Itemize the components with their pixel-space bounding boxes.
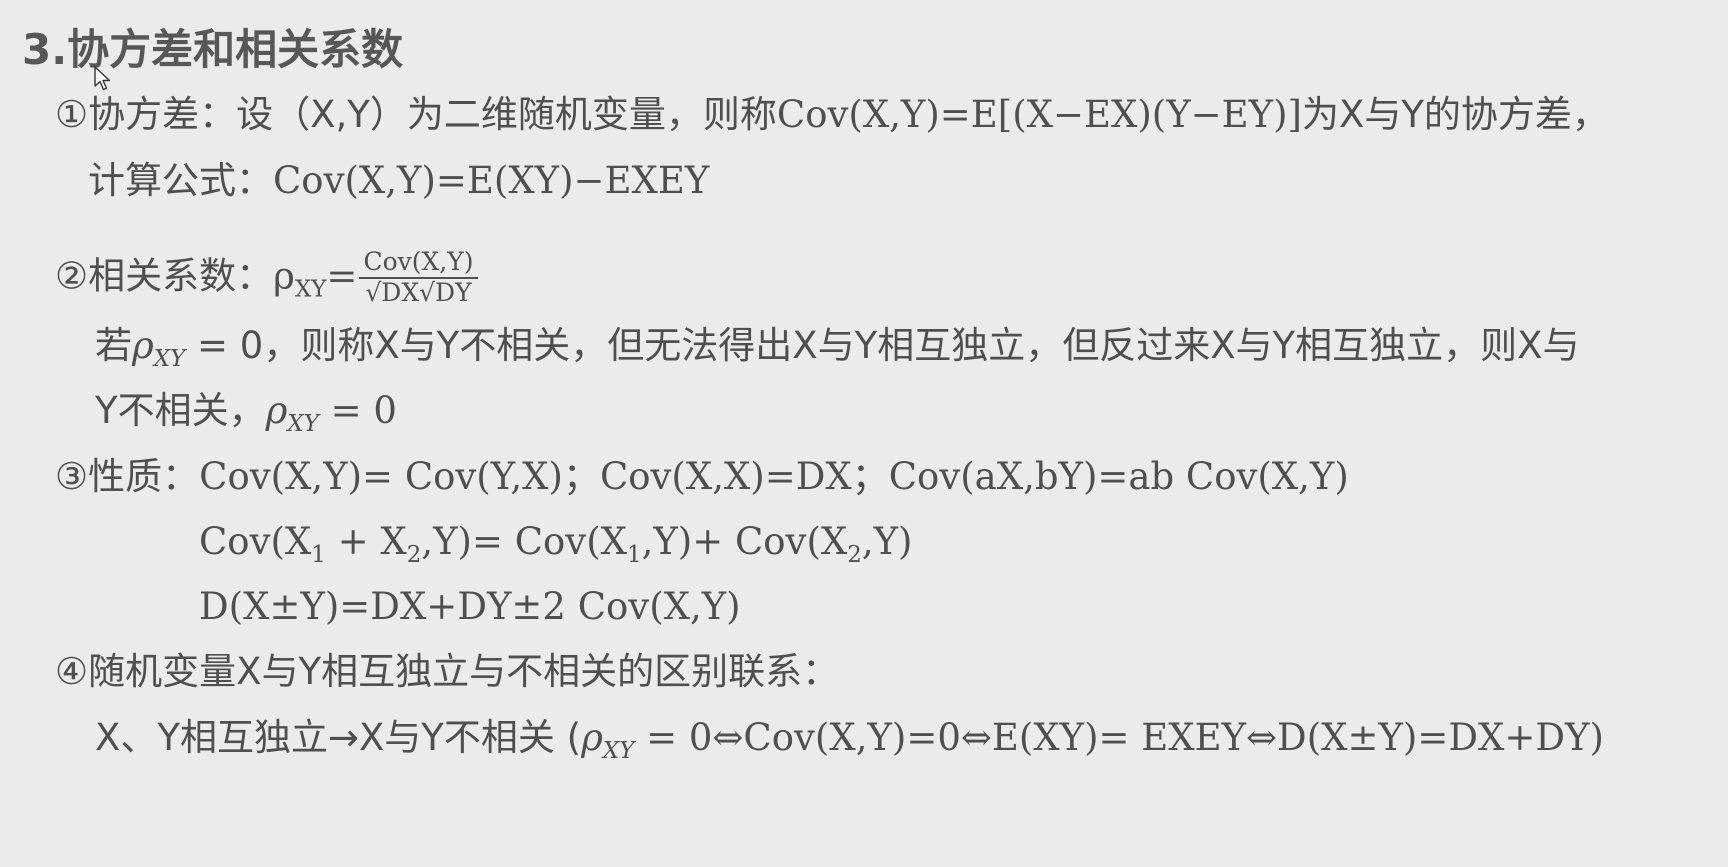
correlation-definition-line: ②相关系数：ρXY= Cov(X,Y) √DX√DY <box>55 247 478 308</box>
slide: 3.协方差和相关系数 ①协方差：设（X,Y）为二维随机变量，则称Cov(X,Y)… <box>0 0 1728 867</box>
item-marker-2: ② <box>55 254 89 298</box>
properties-formula-1: Cov(X,Y)= Cov(Y,X)；Cov(X,X)=DX；Cov(aX,bY… <box>199 455 1349 498</box>
note-text: = 0 <box>318 389 397 432</box>
rho-symbol: ρ <box>581 716 603 759</box>
independence-relation-line: X、Y相互独立→X与Y不相关 (ρXY = 0⇔Cov(X,Y)=0⇔E(XY)… <box>95 719 1604 763</box>
formula-part: ,Y)+ Cov(X <box>641 520 848 563</box>
mouse-pointer-icon <box>94 66 111 91</box>
correlation-fraction: Cov(X,Y) √DX√DY <box>359 247 478 308</box>
computation-formula: Cov(X,Y)=E(XY)−EXEY <box>273 159 710 202</box>
item-marker-3: ③ <box>55 455 89 498</box>
subscript: 2 <box>406 542 422 569</box>
note-text: = 0，则称X与Y不相关，但无法得出X与Y相互独立，但反过来X与Y相互独立，则X… <box>185 324 1580 367</box>
formula-part: ,Y)= Cov(X <box>421 520 627 563</box>
relation-prefix: X、Y相互独立→X与Y不相关 ( <box>95 716 582 759</box>
properties-line-1: ③性质：Cov(X,Y)= Cov(Y,X)；Cov(X,X)=DX；Cov(a… <box>55 458 1349 495</box>
correlation-label: 相关系数： <box>88 254 274 298</box>
rho-subscript: XY <box>153 346 186 373</box>
covariance-label: 协方差：设（X,Y）为二维随机变量，则称 <box>88 93 777 136</box>
fraction-denominator: √DX√DY <box>365 277 472 307</box>
equals-sign: = <box>326 254 358 298</box>
covariance-tail: 为X与Y的协方差， <box>1301 93 1609 136</box>
properties-line-2: Cov(X1 + X2,Y)= Cov(X1,Y)+ Cov(X2,Y) <box>199 523 912 567</box>
subscript: 2 <box>847 542 862 569</box>
slide-title: 3.协方差和相关系数 <box>22 25 404 74</box>
rho-subscript: XY <box>602 738 635 765</box>
formula-part: ,Y) <box>861 520 913 563</box>
rho-subscript: XY <box>294 276 327 303</box>
item-marker-4: ④ <box>55 650 89 693</box>
independence-label: 随机变量X与Y相互独立与不相关的区别联系： <box>88 650 840 693</box>
note-prefix: 若 <box>95 324 132 367</box>
rho-symbol: ρ <box>273 254 295 298</box>
item-marker-1: ① <box>55 93 89 136</box>
independence-heading-line: ④随机变量X与Y相互独立与不相关的区别联系： <box>55 653 839 690</box>
fraction-numerator: Cov(X,Y) <box>363 247 474 276</box>
covariance-formula: Cov(X,Y)=E[(X−EX)(Y−EY)] <box>776 93 1302 136</box>
subscript: 1 <box>626 542 642 569</box>
formula-part: Cov(X <box>199 520 312 563</box>
uncorrelated-note-line-2: Y不相关，ρXY = 0 <box>95 392 397 436</box>
computation-label: 计算公式： <box>88 159 273 202</box>
rho-symbol: ρ <box>132 324 154 367</box>
properties-label: 性质： <box>88 455 200 498</box>
properties-line-3: D(X±Y)=DX+DY±2 Cov(X,Y) <box>199 585 741 628</box>
note-prefix: Y不相关， <box>95 389 266 432</box>
formula-part: + X <box>325 520 407 563</box>
covariance-computation-line: 计算公式：Cov(X,Y)=E(XY)−EXEY <box>88 162 709 199</box>
relation-chain: = 0⇔Cov(X,Y)=0⇔E(XY)= EXEY⇔D(X±Y)=DX+DY) <box>634 716 1604 759</box>
subscript: 1 <box>311 542 326 569</box>
rho-symbol: ρ <box>265 389 288 432</box>
rho-subscript: XY <box>287 411 319 438</box>
uncorrelated-note-line-1: 若ρXY = 0，则称X与Y不相关，但无法得出X与Y相互独立，但反过来X与Y相互… <box>95 327 1580 371</box>
covariance-definition-line: ①协方差：设（X,Y）为二维随机变量，则称Cov(X,Y)=E[(X−EX)(Y… <box>55 96 1609 133</box>
